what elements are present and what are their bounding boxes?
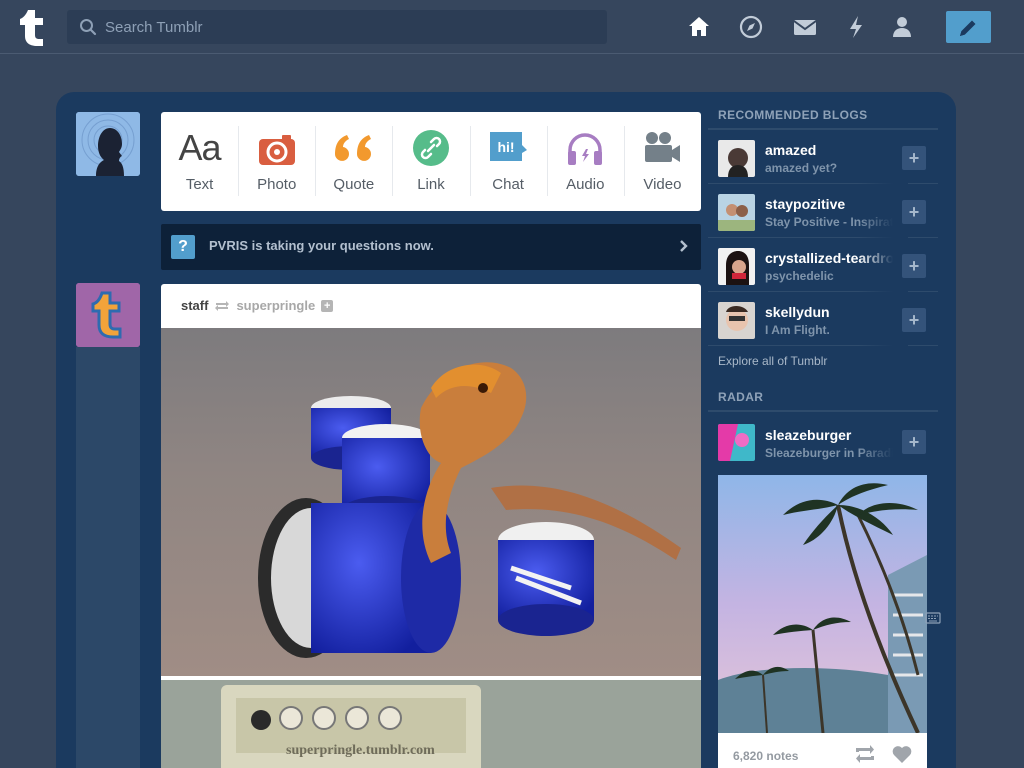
post-link-button[interactable]: Link — [392, 112, 469, 211]
radar-blog-item[interactable]: sleazeburger Sleazeburger in Paradise + — [708, 412, 938, 462]
inbox-mail-icon[interactable] — [792, 14, 818, 40]
blog-avatar — [718, 194, 755, 231]
chevron-right-icon — [680, 240, 688, 252]
search-input[interactable] — [105, 10, 600, 44]
follow-plus-icon[interactable]: + — [321, 299, 334, 312]
post-quote-button[interactable]: Quote — [315, 112, 392, 211]
search-bar[interactable] — [67, 10, 607, 44]
banner-text: PVRIS is taking your questions now. — [209, 238, 434, 253]
post-type-label: Text — [185, 176, 214, 193]
post-photo-lizard-drums[interactable] — [161, 328, 701, 676]
follow-button[interactable]: + — [902, 146, 926, 170]
answertime-banner[interactable]: ? PVRIS is taking your questions now. — [161, 224, 701, 270]
blog-avatar — [718, 424, 755, 461]
notes-count[interactable]: 6,820 notes — [733, 749, 798, 763]
post-type-bar: Aa Text Photo Quote Link hi! Chat Audio … — [161, 112, 701, 211]
pencil-icon — [960, 20, 976, 36]
sidebar: RECOMMENDED BLOGS amazed amazed yet? + s… — [708, 108, 938, 462]
post-type-label: Link — [417, 176, 445, 193]
reblog-icon[interactable] — [854, 745, 876, 763]
post-header: staff superpringle + — [181, 298, 334, 313]
reblog-icon — [215, 300, 230, 311]
fade-overlay — [858, 412, 908, 462]
chat-bubble-icon: hi! — [490, 132, 528, 161]
post-text-button[interactable]: Aa Text — [161, 112, 238, 211]
post-type-label: Photo — [257, 176, 297, 193]
explore-compass-icon[interactable] — [738, 14, 764, 40]
radar-notes-bar: 6,820 notes — [718, 733, 927, 768]
blog-avatar — [718, 302, 755, 339]
watermark-text: superpringle.tumblr.com — [286, 743, 435, 758]
heart-like-icon[interactable] — [891, 744, 913, 764]
top-bar — [0, 0, 1024, 54]
activity-lightning-icon[interactable] — [843, 14, 869, 40]
post-type-label: Video — [643, 176, 682, 193]
post-type-label: Chat — [492, 176, 524, 193]
keyboard-shortcuts-icon[interactable] — [925, 611, 941, 625]
post-type-label: Audio — [566, 176, 605, 193]
post-author-link[interactable]: staff — [181, 298, 208, 313]
post-video-button[interactable]: Video — [623, 112, 701, 211]
fade-overlay — [858, 292, 908, 346]
fade-overlay — [858, 184, 908, 238]
question-icon: ? — [171, 235, 195, 259]
home-icon[interactable] — [686, 14, 712, 40]
follow-button[interactable]: + — [902, 254, 926, 278]
headphones-icon — [568, 133, 603, 165]
search-icon — [80, 19, 97, 36]
recommended-blog-item[interactable]: crystallized-teardrops psychedelic + — [708, 238, 938, 292]
blog-avatar — [718, 140, 755, 177]
fade-overlay — [858, 238, 908, 292]
post-photo-button[interactable]: Photo — [238, 112, 315, 211]
avatar-column-track — [76, 347, 140, 768]
svg-text:hi!: hi! — [498, 139, 515, 155]
compose-button[interactable] — [946, 11, 991, 43]
recommended-blog-item[interactable]: skellydun I Am Flight. + — [708, 292, 938, 346]
link-icon — [412, 130, 449, 166]
recommended-blog-item[interactable]: amazed amazed yet? + — [708, 130, 938, 184]
account-person-icon[interactable] — [889, 14, 915, 40]
staff-avatar[interactable] — [76, 283, 140, 347]
post-chat-button[interactable]: hi! Chat — [469, 112, 547, 211]
post-audio-button[interactable]: Audio — [546, 112, 624, 211]
reblog-source-link[interactable]: superpringle — [236, 298, 315, 313]
tumblr-logo-icon[interactable] — [14, 6, 54, 48]
follow-button[interactable]: + — [902, 430, 926, 454]
text-aa-icon: Aa — [178, 127, 222, 168]
post-photo-amp[interactable]: superpringle.tumblr.com — [161, 680, 701, 768]
blog-avatar — [718, 248, 755, 285]
radar-title: RADAR — [708, 390, 938, 412]
radar-photo[interactable] — [718, 475, 927, 733]
post-type-label: Quote — [333, 176, 375, 193]
follow-button[interactable]: + — [902, 200, 926, 224]
dashboard-post: staff superpringle + superpringle.tumblr… — [161, 284, 701, 768]
user-avatar[interactable] — [76, 112, 140, 176]
video-camera-icon — [645, 132, 681, 162]
recommended-blogs-title: RECOMMENDED BLOGS — [708, 108, 938, 130]
recommended-blog-item[interactable]: staypozitive Stay Positive - Inspiration… — [708, 184, 938, 238]
camera-icon — [258, 135, 295, 165]
follow-button[interactable]: + — [902, 308, 926, 332]
fade-overlay — [858, 130, 908, 184]
quote-icon — [334, 135, 371, 161]
explore-all-link[interactable]: Explore all of Tumblr — [708, 346, 938, 390]
